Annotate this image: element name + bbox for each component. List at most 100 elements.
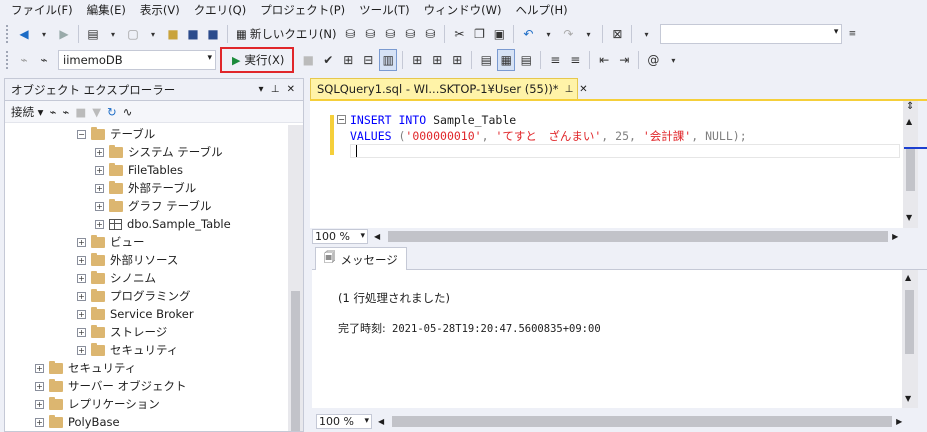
forward-icon[interactable]: ▶: [55, 23, 73, 45]
uncomment-icon[interactable]: ≡: [566, 49, 584, 71]
tree-node[interactable]: + システム テーブル: [95, 143, 223, 161]
disconnect-icon[interactable]: ⌁: [62, 105, 69, 119]
tree-node[interactable]: + レプリケーション: [35, 395, 160, 413]
dropdown-arrow-icon[interactable]: ▾: [144, 23, 162, 45]
toolbar-options-icon[interactable]: ▾: [664, 49, 682, 71]
collapse-icon[interactable]: −: [77, 129, 86, 139]
save-all-icon[interactable]: ■: [204, 23, 222, 45]
back-icon[interactable]: ◀: [15, 23, 33, 45]
search-options-icon[interactable]: ≡: [843, 23, 861, 45]
connect-dropdown[interactable]: 接続 ▾: [11, 104, 43, 120]
scroll-right-icon[interactable]: ▶: [892, 232, 898, 241]
zoom-select[interactable]: 100 % ▾: [316, 414, 372, 429]
tree-node[interactable]: + FileTables: [95, 161, 183, 179]
change-connection-icon[interactable]: ⌁: [35, 49, 53, 71]
intellisense-icon[interactable]: ⊞: [408, 49, 426, 71]
tree-node[interactable]: − テーブル: [77, 125, 155, 143]
horizontal-scrollbar-thumb[interactable]: [388, 231, 889, 242]
open-file-icon[interactable]: ■: [164, 23, 182, 45]
tab-sqlquery1[interactable]: SQLQuery1.sql - WI...SKTOP-1¥User (55))*…: [310, 78, 588, 100]
expand-icon[interactable]: +: [35, 363, 44, 373]
expand-icon[interactable]: +: [95, 165, 104, 175]
menu-view[interactable]: 表示(V): [133, 0, 187, 20]
connect-object-icon[interactable]: ⌁: [49, 105, 56, 119]
chevron-down-icon[interactable]: ▾: [364, 415, 369, 428]
expand-icon[interactable]: +: [95, 219, 104, 229]
expand-icon[interactable]: +: [77, 273, 86, 283]
results-to-file-icon[interactable]: ▤: [517, 49, 535, 71]
undo-icon[interactable]: ↶: [519, 23, 537, 45]
specify-template-values-icon[interactable]: @: [644, 49, 662, 71]
menu-query[interactable]: クエリ(Q): [187, 0, 254, 20]
dax-query-icon[interactable]: ⛁: [421, 23, 439, 45]
menu-help[interactable]: ヘルプ(H): [508, 0, 574, 20]
add-item-icon[interactable]: ▢: [124, 23, 142, 45]
scroll-down-icon[interactable]: ▼: [906, 213, 912, 222]
execute-button[interactable]: ▶ 実行(X): [220, 47, 295, 73]
scroll-left-icon[interactable]: ◀: [374, 232, 380, 241]
actual-plan-icon[interactable]: ⊞: [428, 49, 446, 71]
increase-indent-icon[interactable]: ⇥: [615, 49, 633, 71]
new-project-icon[interactable]: ▤: [84, 23, 102, 45]
menu-window[interactable]: ウィンドウ(W): [417, 0, 509, 20]
mdx-query-icon[interactable]: ⛁: [361, 23, 379, 45]
connect-icon[interactable]: ⌁: [15, 49, 33, 71]
estimated-plan-icon[interactable]: ⊞: [339, 49, 357, 71]
chevron-down-icon[interactable]: ▾: [360, 230, 365, 243]
database-selector[interactable]: iimemoDB ▾: [58, 50, 216, 70]
scroll-left-icon[interactable]: ◀: [378, 417, 384, 426]
tree-node[interactable]: + シノニム: [77, 269, 156, 287]
comment-icon[interactable]: ≡: [546, 49, 564, 71]
database-engine-query-icon[interactable]: ⛁: [341, 23, 359, 45]
search-combobox[interactable]: ▾: [660, 24, 843, 44]
tree-node[interactable]: + グラフ テーブル: [95, 197, 211, 215]
editor-scrollbar[interactable]: ⇕ ▲ ▼: [903, 101, 918, 228]
results-to-icon[interactable]: ▥: [379, 49, 398, 71]
chevron-down-icon[interactable]: ▾: [834, 27, 839, 37]
explorer-scrollbar[interactable]: [288, 125, 303, 431]
expand-icon[interactable]: +: [95, 147, 104, 157]
scroll-up-icon[interactable]: ▲: [906, 117, 912, 126]
tree-node[interactable]: + ビュー: [77, 233, 145, 251]
tree-node[interactable]: + ストレージ: [77, 323, 167, 341]
menu-tools[interactable]: ツール(T): [352, 0, 417, 20]
close-icon[interactable]: ✕: [579, 84, 587, 95]
scroll-down-icon[interactable]: ▼: [905, 394, 911, 403]
results-to-grid-icon[interactable]: ▦: [497, 49, 516, 71]
expand-icon[interactable]: +: [35, 399, 44, 409]
menu-edit[interactable]: 編集(E): [80, 0, 133, 20]
scroll-right-icon[interactable]: ▶: [896, 417, 902, 426]
copy-icon[interactable]: ❐: [470, 23, 488, 45]
menu-project[interactable]: プロジェクト(P): [253, 0, 352, 20]
decrease-indent-icon[interactable]: ⇤: [595, 49, 613, 71]
dmx-query-icon[interactable]: ⛁: [381, 23, 399, 45]
collapse-icon[interactable]: −: [337, 115, 346, 124]
query-designer-icon[interactable]: ⊟: [359, 49, 377, 71]
expand-icon[interactable]: +: [95, 201, 104, 211]
dropdown-arrow-icon[interactable]: ▾: [579, 23, 597, 45]
dropdown-arrow-icon[interactable]: ▾: [35, 23, 53, 45]
results-to-text-icon[interactable]: ▤: [477, 49, 495, 71]
expand-icon[interactable]: +: [77, 345, 86, 355]
dropdown-arrow-icon[interactable]: ▾: [637, 23, 655, 45]
scroll-up-icon[interactable]: ▲: [905, 273, 911, 282]
new-query-button[interactable]: ▦ 新しいクエリ(N): [232, 26, 340, 42]
refresh-icon[interactable]: ↻: [107, 105, 117, 119]
tree-node[interactable]: + プログラミング: [77, 287, 191, 305]
expand-icon[interactable]: +: [95, 183, 104, 193]
scrollbar-thumb[interactable]: [906, 147, 915, 191]
xmla-query-icon[interactable]: ⛁: [401, 23, 419, 45]
activity-monitor-icon[interactable]: ⊠: [608, 23, 626, 45]
chevron-down-icon[interactable]: ▾: [207, 53, 212, 63]
paste-icon[interactable]: ▣: [490, 23, 508, 45]
sql-editor[interactable]: − INSERT INTO Sample_Table VALUES ('0000…: [310, 101, 903, 228]
scrollbar-thumb[interactable]: [905, 290, 914, 354]
tree-node[interactable]: + 外部リソース: [77, 251, 178, 269]
tree-node[interactable]: + サーバー オブジェクト: [35, 377, 187, 395]
dropdown-arrow-icon[interactable]: ▾: [104, 23, 122, 45]
stop-icon[interactable]: ■: [75, 105, 86, 119]
live-statistics-icon[interactable]: ⊞: [448, 49, 466, 71]
horizontal-scrollbar-thumb[interactable]: [392, 416, 893, 427]
tree-node[interactable]: + Service Broker: [77, 305, 194, 323]
tree-node[interactable]: + 外部テーブル: [95, 179, 196, 197]
